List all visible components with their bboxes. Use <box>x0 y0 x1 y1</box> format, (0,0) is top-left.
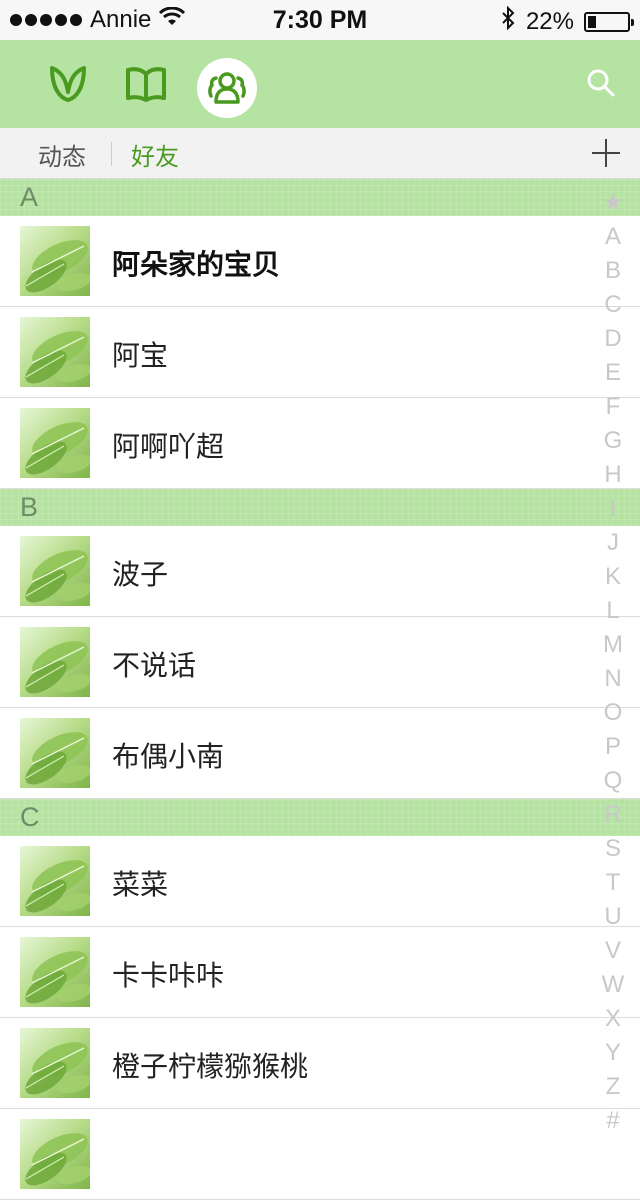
battery-percent: 22% <box>525 7 574 35</box>
index-letter[interactable]: Y <box>605 1036 621 1070</box>
avatar <box>20 718 90 788</box>
tab-friends[interactable]: 好友 <box>131 137 179 172</box>
avatar <box>20 408 90 478</box>
index-letter[interactable]: D <box>604 322 621 356</box>
tab-bar: 动态 好友 <box>0 128 640 179</box>
section-header: C <box>0 799 640 836</box>
contact-row[interactable]: 橙子柠檬猕猴桃 <box>0 1018 640 1109</box>
contact-name: 卡卡咔咔 <box>112 959 225 992</box>
leaf-icon[interactable] <box>42 58 94 110</box>
contact-name: 阿朵家的宝贝 <box>112 248 281 281</box>
index-letter[interactable]: J <box>607 526 619 560</box>
index-letter[interactable]: W <box>602 968 625 1002</box>
section-letter: B <box>20 492 39 522</box>
contact-row[interactable]: 波子 <box>0 526 640 617</box>
section-header: A <box>0 179 640 216</box>
index-letter[interactable]: S <box>605 832 621 866</box>
avatar <box>20 846 90 916</box>
index-letter[interactable]: K <box>605 560 621 594</box>
index-letter[interactable]: T <box>606 866 621 900</box>
index-letter[interactable]: G <box>604 424 623 458</box>
avatar <box>20 1028 90 1098</box>
contact-row[interactable]: 布偶小南 <box>0 708 640 799</box>
contact-row[interactable]: 阿朵家的宝贝 <box>0 216 640 307</box>
index-letter[interactable]: X <box>605 1002 621 1036</box>
section-header: B <box>0 489 640 526</box>
top-nav <box>0 40 640 128</box>
index-letter[interactable]: U <box>604 900 621 934</box>
index-letter[interactable]: V <box>605 934 621 968</box>
search-icon[interactable] <box>586 68 616 102</box>
section-letter: C <box>20 802 40 832</box>
contact-name: 不说话 <box>112 649 197 682</box>
index-letter[interactable]: # <box>606 1104 619 1138</box>
index-letter[interactable]: N <box>604 662 621 696</box>
avatar <box>20 1119 90 1189</box>
contact-row[interactable] <box>0 1109 640 1200</box>
friends-icon[interactable] <box>197 58 257 118</box>
battery-icon <box>584 11 634 32</box>
avatar <box>20 627 90 697</box>
contact-name: 橙子柠檬猕猴桃 <box>112 1050 309 1083</box>
index-letter[interactable]: B <box>605 254 621 288</box>
book-icon[interactable] <box>120 58 172 110</box>
section-letter: A <box>20 182 39 212</box>
tab-divider <box>111 142 112 166</box>
contact-name: 布偶小南 <box>112 740 225 773</box>
index-letter[interactable]: E <box>605 356 621 390</box>
contact-row[interactable]: 不说话 <box>0 617 640 708</box>
tab-dynamics[interactable]: 动态 <box>38 137 86 172</box>
index-letter[interactable]: H <box>604 458 621 492</box>
index-letter[interactable]: L <box>606 594 619 628</box>
index-letter[interactable]: P <box>605 730 621 764</box>
index-letter[interactable]: R <box>604 798 621 832</box>
contact-list[interactable]: A 阿朵家的宝贝 阿宝 阿啊吖超 B 波子 不说话 布偶小南 C 菜菜 卡卡咔咔 <box>0 179 640 1200</box>
avatar <box>20 937 90 1007</box>
avatar <box>20 226 90 296</box>
contact-name: 阿宝 <box>112 339 169 372</box>
contact-name: 阿啊吖超 <box>112 430 225 463</box>
index-letter[interactable]: M <box>603 628 623 662</box>
index-letter[interactable]: O <box>604 696 623 730</box>
alphabet-index[interactable]: ★ A B C D E F G H I J K L M N O P Q R S T U V W X Y Z # <box>600 186 626 1138</box>
status-bar: Annie 7:30 PM 22% <box>0 0 640 40</box>
avatar <box>20 536 90 606</box>
avatar <box>20 317 90 387</box>
index-letter[interactable]: Q <box>604 764 623 798</box>
bluetooth-icon <box>500 5 516 37</box>
index-letter[interactable]: I <box>610 492 617 526</box>
contact-row[interactable]: 阿宝 <box>0 307 640 398</box>
contact-row[interactable]: 菜菜 <box>0 836 640 927</box>
contact-row[interactable]: 阿啊吖超 <box>0 398 640 489</box>
index-letter[interactable]: F <box>606 390 621 424</box>
index-letter[interactable]: C <box>604 288 621 322</box>
index-letter[interactable]: ★ <box>602 186 624 220</box>
index-letter[interactable]: A <box>605 220 621 254</box>
contact-name: 菜菜 <box>112 868 169 901</box>
contact-row[interactable]: 卡卡咔咔 <box>0 927 640 1018</box>
plus-icon[interactable] <box>592 139 620 167</box>
contact-name: 波子 <box>112 558 169 591</box>
index-letter[interactable]: Z <box>606 1070 621 1104</box>
